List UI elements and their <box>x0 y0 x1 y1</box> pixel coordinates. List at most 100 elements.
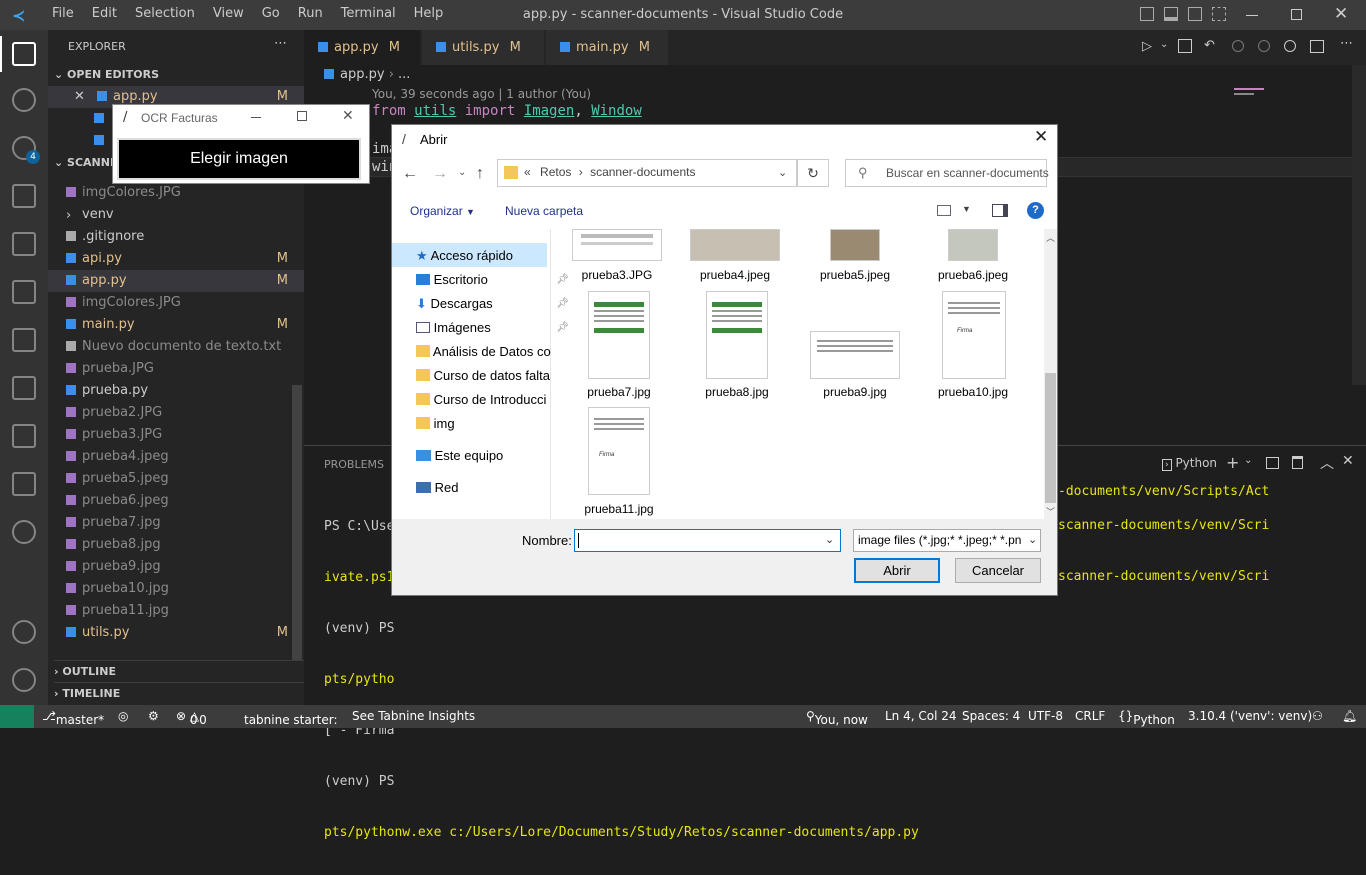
back-icon[interactable]: ← <box>402 165 418 183</box>
scroll-up-icon[interactable]: ︿ <box>1046 231 1055 244</box>
editor-scrollbar[interactable] <box>1352 65 1366 385</box>
file-thumbnail[interactable] <box>588 291 650 379</box>
nav-folder[interactable]: Curso de Introducci <box>416 389 551 411</box>
line-ending[interactable]: CRLF <box>1075 709 1105 723</box>
nav-desktop[interactable]: Escritorio 📌︎ <box>416 269 569 291</box>
preview-pane-icon[interactable] <box>992 204 1008 217</box>
close-dialog-icon[interactable]: ✕ <box>1034 127 1048 147</box>
toggle-sidebar-icon[interactable] <box>1140 7 1154 21</box>
blame-status[interactable]: ⚲ You, now <box>806 709 868 727</box>
cancel-button[interactable]: Cancelar <box>955 558 1041 583</box>
encoding[interactable]: UTF-8 <box>1028 709 1063 723</box>
tabnine-insights[interactable]: See Tabnine Insights <box>352 709 475 723</box>
new-folder-button[interactable]: Nueva carpeta <box>505 204 583 218</box>
more-actions-icon[interactable]: ⋯ <box>274 36 287 51</box>
file-item[interactable]: prueba8.jpg <box>48 534 304 556</box>
path-segment-retos[interactable]: Retos <box>540 165 571 179</box>
file-item[interactable]: prueba6.jpeg <box>48 490 304 512</box>
more-actions-icon[interactable]: ⋯ <box>1340 36 1353 51</box>
path-segment-scanner-documents[interactable]: scanner-documents <box>590 165 695 179</box>
address-bar[interactable]: « Retos › scanner-documents ⌄ <box>497 159 797 187</box>
indentation[interactable]: Spaces: 4 <box>962 709 1020 723</box>
run-debug-icon[interactable] <box>12 184 36 208</box>
change-view-icon[interactable] <box>937 205 951 216</box>
toggle-panel-icon[interactable] <box>1164 7 1178 21</box>
docker-icon[interactable] <box>12 472 36 496</box>
file-item[interactable]: imgColores.JPG <box>48 182 304 204</box>
file-item[interactable]: api.py M <box>48 248 304 270</box>
minimize-icon[interactable] <box>1246 15 1258 16</box>
file-item[interactable]: imgColores.JPG <box>48 292 304 314</box>
nav-folder[interactable]: Curso de datos falta <box>416 365 551 387</box>
file-label[interactable]: prueba9.jpg <box>800 385 910 399</box>
file-item[interactable]: prueba4.jpeg <box>48 446 304 468</box>
filter-dropdown-icon[interactable]: ⌄ <box>1028 533 1037 546</box>
kill-terminal-icon[interactable] <box>1292 456 1303 469</box>
file-item[interactable]: utils.py M <box>48 622 304 644</box>
search-box[interactable]: ⚲ Buscar en scanner-documents <box>845 159 1049 187</box>
notifications-icon[interactable]: 🔔︎ <box>1342 709 1357 723</box>
forward-icon[interactable]: → <box>432 165 448 183</box>
outline-section[interactable]: › OUTLINE <box>54 660 310 682</box>
file-item[interactable]: prueba11.jpg <box>48 600 304 622</box>
problems-indicator[interactable]: ⊗ 0 △ 0 <box>176 709 207 727</box>
file-thumbnail[interactable] <box>690 229 780 261</box>
file-label[interactable]: prueba7.jpg <box>564 385 674 399</box>
file-thumbnail[interactable] <box>810 331 900 379</box>
gitlens-status-icon[interactable]: ⚙ <box>148 709 159 723</box>
testing-icon[interactable] <box>12 328 36 352</box>
file-item[interactable]: prueba7.jpg <box>48 512 304 534</box>
extensions-icon[interactable] <box>12 232 36 256</box>
view-options-dropdown-icon[interactable]: ▼ <box>962 204 971 214</box>
close-icon[interactable]: ✕ <box>342 108 354 124</box>
minimap[interactable] <box>1234 85 1304 99</box>
split-editor-icon[interactable] <box>1310 40 1324 53</box>
menu-help[interactable]: Help <box>405 6 453 21</box>
menu-run[interactable]: Run <box>289 6 332 21</box>
file-label[interactable]: prueba4.jpeg <box>680 268 790 282</box>
branch-indicator[interactable]: ⎇ master* <box>42 709 104 727</box>
file-grid-scrollbar[interactable]: ︿ ﹀ <box>1044 229 1057 519</box>
refresh-icon[interactable]: ↻ <box>797 159 829 187</box>
sidebar-scrollbar[interactable] <box>292 385 302 660</box>
toggle-blame-icon[interactable] <box>1284 40 1296 52</box>
nav-network[interactable]: Red <box>416 477 458 499</box>
maximize-icon[interactable] <box>297 111 307 121</box>
file-type-filter[interactable]: image files (*.jpg;* *.jpeg;* *.pn <box>853 529 1041 552</box>
file-label[interactable]: prueba10.jpg <box>918 385 1028 399</box>
previous-change-icon[interactable] <box>1232 40 1244 52</box>
file-item[interactable]: prueba5.jpeg <box>48 468 304 490</box>
scroll-down-icon[interactable]: ﹀ <box>1046 505 1055 518</box>
timeline-section[interactable]: › TIMELINE <box>54 682 310 704</box>
file-item[interactable]: prueba2.JPG <box>48 402 304 424</box>
gitlens-icon[interactable] <box>12 520 36 544</box>
organize-button[interactable]: Organizar ▼ <box>410 204 475 218</box>
file-thumbnail[interactable]: Firma <box>942 291 1006 379</box>
file-thumbnail[interactable]: Firma <box>588 407 650 495</box>
file-label[interactable]: prueba6.jpeg <box>918 268 1028 282</box>
restore-icon[interactable] <box>1291 9 1302 20</box>
settings-gear-icon[interactable] <box>12 668 36 692</box>
tab-utils-py[interactable]: utils.py M <box>422 30 544 65</box>
terminal-shell-selector[interactable]: › Python <box>1162 456 1217 471</box>
open-button[interactable]: Abrir <box>854 558 940 583</box>
cursor-position[interactable]: Ln 4, Col 24 <box>885 709 957 723</box>
kubernetes-icon[interactable] <box>12 424 36 448</box>
terminal-dropdown-icon[interactable]: ⌄ <box>1244 455 1252 466</box>
python-interpreter[interactable]: 3.10.4 ('venv': venv) <box>1188 709 1312 723</box>
breadcrumb-file[interactable]: app.py <box>340 67 385 82</box>
help-icon[interactable]: ? <box>1027 202 1044 219</box>
next-change-icon[interactable] <box>1258 40 1270 52</box>
customize-layout-icon[interactable] <box>1212 7 1226 21</box>
tab-problems[interactable]: PROBLEMS <box>324 458 384 471</box>
file-label[interactable]: prueba8.jpg <box>682 385 792 399</box>
nav-this-pc[interactable]: Este equipo <box>416 445 503 467</box>
sync-icon[interactable]: ◎ <box>118 709 128 723</box>
file-item[interactable]: prueba9.jpg <box>48 556 304 578</box>
run-python-icon[interactable]: ▷ <box>1142 39 1152 54</box>
tab-main-py[interactable]: main.py M <box>546 30 668 65</box>
filename-input[interactable]: ⌄ <box>574 529 841 552</box>
maximize-panel-icon[interactable]: ︿ <box>1320 453 1334 473</box>
nav-quick-access[interactable]: ★ Acceso rápido <box>416 245 513 267</box>
close-panel-icon[interactable]: ✕ <box>1342 453 1354 469</box>
